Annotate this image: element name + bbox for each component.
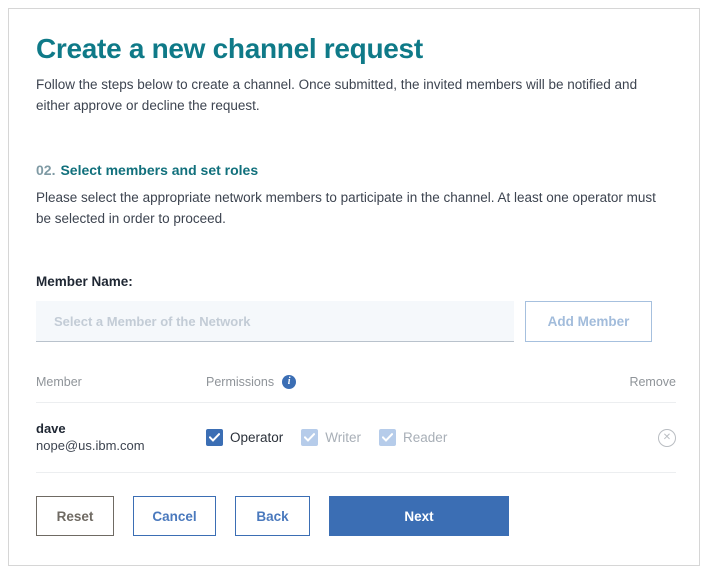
- column-header-permissions: Permissions i: [206, 375, 606, 389]
- reset-button[interactable]: Reset: [36, 496, 114, 536]
- page-frame: Create a new channel request Follow the …: [8, 8, 700, 566]
- member-input-row: Select a Member of the Network Add Membe…: [36, 301, 679, 342]
- member-cell: dave nope@us.ibm.com: [36, 420, 206, 455]
- permissions-cell: Operator Writer Reader: [206, 429, 606, 446]
- permission-writer-label: Writer: [325, 430, 362, 445]
- page-subtitle: Follow the steps below to create a chann…: [36, 77, 638, 113]
- checkbox-operator[interactable]: [206, 429, 223, 446]
- members-table-header: Member Permissions i Remove: [36, 375, 676, 403]
- member-name-label: Member Name:: [36, 274, 133, 289]
- member-select-input[interactable]: Select a Member of the Network: [36, 301, 514, 342]
- step-heading: 02. Select members and set roles: [36, 161, 679, 179]
- permission-writer[interactable]: Writer: [301, 429, 361, 446]
- page-title: Create a new channel request: [36, 33, 423, 64]
- permission-operator[interactable]: Operator: [206, 429, 283, 446]
- table-row: dave nope@us.ibm.com Operator Writer Rea…: [36, 403, 676, 473]
- member-email: nope@us.ibm.com: [36, 438, 145, 453]
- column-header-remove: Remove: [629, 375, 676, 389]
- step-description: Please select the appropriate network me…: [36, 190, 656, 226]
- members-table: Member Permissions i Remove dave nope@us…: [36, 375, 676, 473]
- step-title: Select members and set roles: [60, 162, 259, 178]
- permission-reader[interactable]: Reader: [379, 429, 447, 446]
- remove-member-button[interactable]: ✕: [606, 428, 676, 447]
- next-button[interactable]: Next: [329, 496, 509, 536]
- permission-operator-label: Operator: [230, 430, 284, 445]
- footer-button-row: Reset Cancel Back Next: [36, 496, 679, 536]
- checkbox-reader[interactable]: [379, 429, 397, 446]
- page-content: Create a new channel request Follow the …: [36, 21, 679, 536]
- add-member-button[interactable]: Add Member: [525, 301, 652, 342]
- step-number: 02.: [36, 162, 56, 178]
- column-header-permissions-label: Permissions: [206, 375, 275, 389]
- permission-reader-label: Reader: [403, 430, 448, 445]
- column-header-member: Member: [36, 375, 82, 389]
- info-icon[interactable]: i: [282, 375, 297, 389]
- checkbox-writer[interactable]: [301, 429, 319, 446]
- remove-circle-x-icon: ✕: [658, 428, 676, 447]
- cancel-button[interactable]: Cancel: [133, 496, 216, 536]
- member-name: dave: [36, 421, 66, 436]
- back-button[interactable]: Back: [235, 496, 310, 536]
